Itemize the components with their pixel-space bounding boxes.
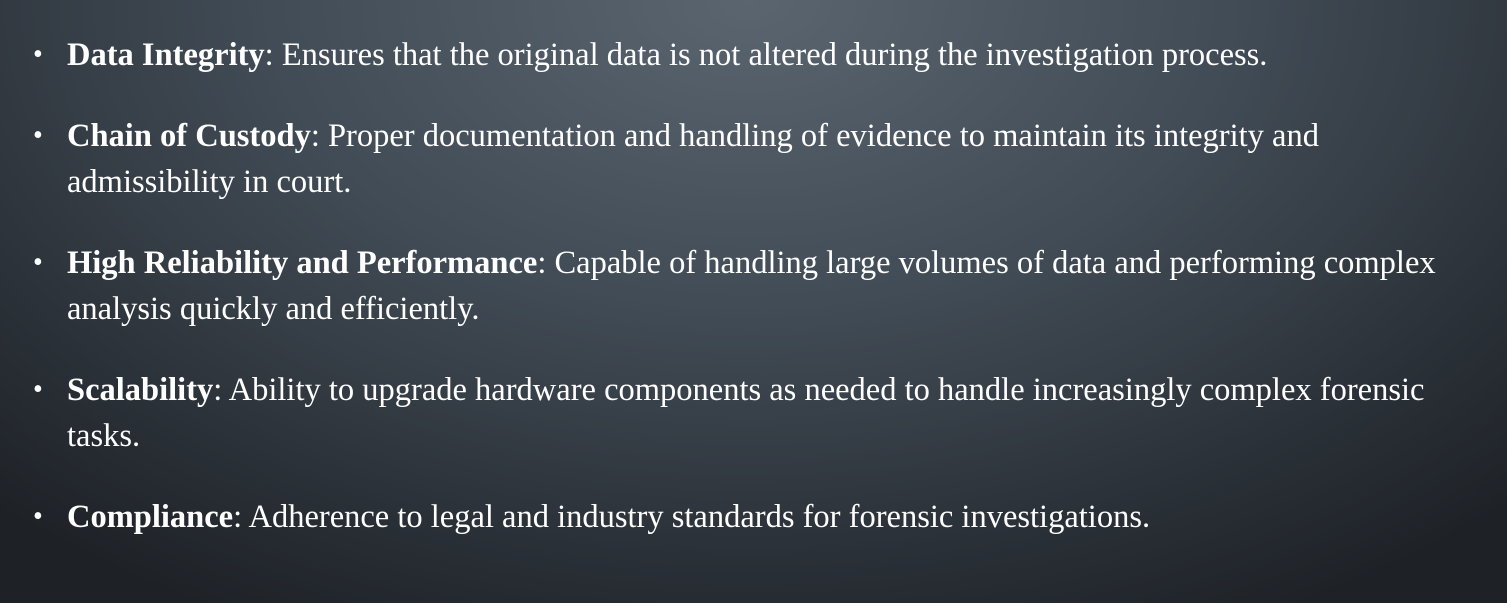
- item-text: : Ability to upgrade hardware components…: [67, 372, 1425, 454]
- bullet-icon: •: [33, 501, 43, 532]
- bullet-icon: •: [33, 120, 43, 151]
- bullet-list: • Data Integrity: Ensures that the origin…: [33, 32, 1467, 575]
- list-item: • High Reliability and Performance: Capab…: [33, 240, 1467, 332]
- item-text: : Ensures that the original data is not …: [264, 37, 1268, 73]
- bullet-icon: •: [33, 247, 43, 278]
- bullet-icon: •: [33, 374, 43, 405]
- item-term: Compliance: [67, 499, 234, 535]
- item-term: High Reliability and Performance: [67, 245, 538, 281]
- bullet-icon: •: [33, 39, 43, 70]
- list-item: • Compliance: Adherence to legal and indu…: [33, 494, 1467, 540]
- list-item: • Data Integrity: Ensures that the origin…: [33, 32, 1467, 78]
- item-term: Data Integrity: [67, 37, 265, 73]
- item-term: Scalability: [67, 372, 214, 408]
- item-term: Chain of Custody: [67, 118, 311, 154]
- list-item: • Scalability: Ability to upgrade hardwar…: [33, 367, 1467, 459]
- item-text: : Adherence to legal and industry standa…: [233, 499, 1151, 535]
- list-item: • Chain of Custody: Proper documentation …: [33, 113, 1467, 205]
